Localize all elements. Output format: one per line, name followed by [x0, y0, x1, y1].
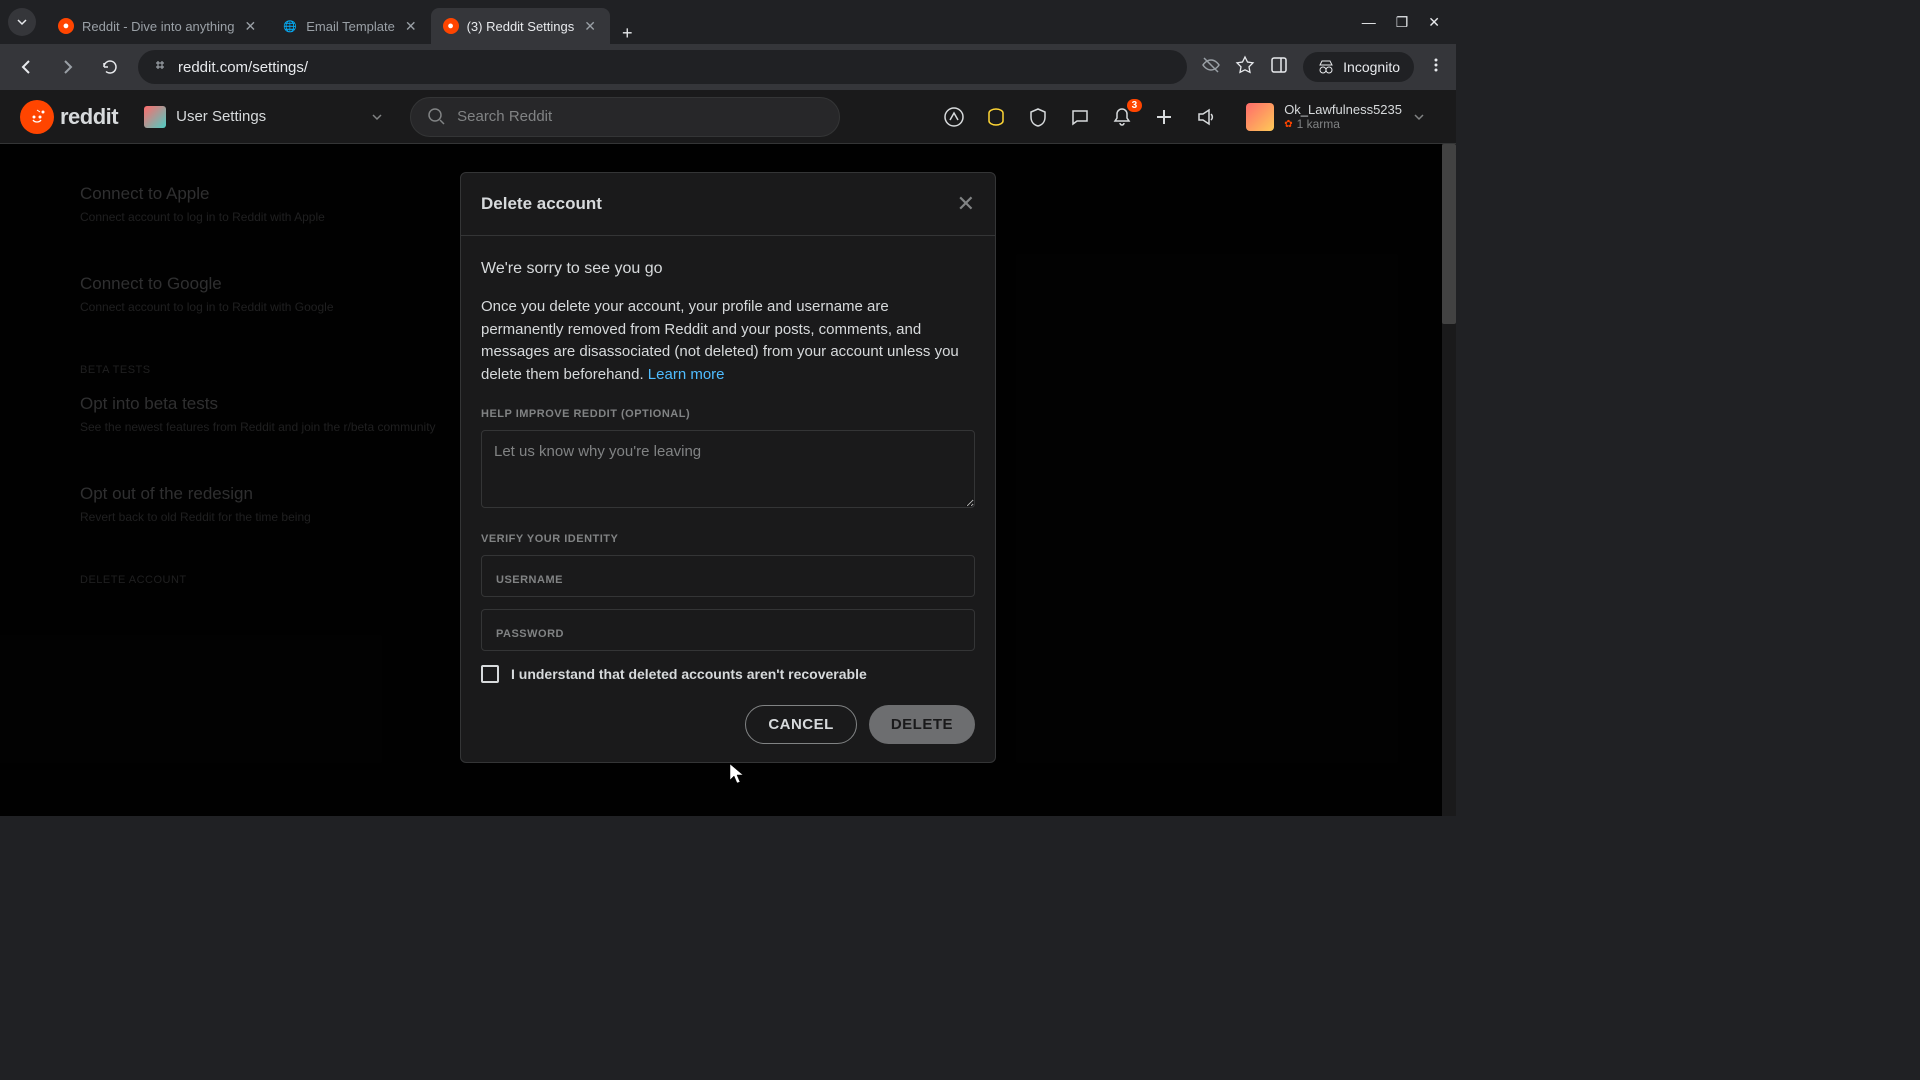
coins-icon[interactable] [984, 105, 1008, 129]
reddit-header: reddit User Settings 3 [0, 90, 1456, 144]
side-panel-icon[interactable] [1269, 55, 1289, 80]
tab-title: Reddit - Dive into anything [82, 19, 234, 34]
password-field[interactable]: PASSWORD [481, 609, 975, 651]
reload-button[interactable] [96, 53, 124, 81]
reddit-favicon-icon: ● [58, 18, 74, 34]
notification-badge: 3 [1127, 99, 1143, 112]
modal-actions: CANCEL DELETE [481, 705, 975, 744]
explain-text: Once you delete your account, your profi… [481, 296, 975, 386]
address-bar[interactable]: reddit.com/settings/ [138, 50, 1187, 84]
nav-dropdown-label: User Settings [176, 108, 266, 125]
reddit-logo-text: reddit [60, 104, 118, 130]
search-box[interactable] [410, 97, 840, 137]
incognito-indicator[interactable]: Incognito [1303, 52, 1414, 82]
tab-email-template[interactable]: 🌐 Email Template ✕ [270, 8, 430, 44]
help-improve-label: HELP IMPROVE REDDIT (OPTIONAL) [481, 408, 975, 420]
header-actions: 3 Ok_Lawfulness5235 ✿1 karma [942, 98, 1436, 135]
incognito-eye-icon[interactable] [1201, 55, 1221, 80]
incognito-icon [1317, 58, 1335, 76]
toolbar-actions: Incognito [1201, 52, 1444, 82]
modal-overlay[interactable]: Delete account ✕ We're sorry to see you … [0, 144, 1456, 816]
shield-icon[interactable] [1026, 105, 1050, 129]
page-scrollbar[interactable] [1442, 144, 1456, 816]
window-controls: — ❐ ✕ [1354, 14, 1448, 31]
incognito-label: Incognito [1343, 59, 1400, 75]
reddit-favicon-icon: ● [443, 18, 459, 34]
confirm-checkbox-label: I understand that deleted accounts aren'… [511, 666, 867, 682]
url-text: reddit.com/settings/ [178, 59, 308, 76]
sorry-heading: We're sorry to see you go [481, 260, 975, 278]
tab-close-icon[interactable]: ✕ [242, 16, 258, 37]
maximize-button[interactable]: ❐ [1396, 14, 1409, 31]
username-field[interactable]: USERNAME [481, 555, 975, 597]
arrow-right-icon [59, 58, 77, 76]
globe-favicon-icon: 🌐 [282, 18, 298, 34]
forward-button[interactable] [54, 53, 82, 81]
reload-icon [101, 58, 119, 76]
browser-menu-icon[interactable] [1428, 57, 1444, 78]
username-label: Ok_Lawfulness5235 [1284, 102, 1402, 117]
chevron-down-icon [370, 110, 384, 124]
browser-tab-strip: ● Reddit - Dive into anything ✕ 🌐 Email … [0, 0, 1456, 44]
modal-body: We're sorry to see you go Once you delet… [461, 236, 995, 762]
karma-label: ✿1 karma [1284, 117, 1402, 131]
reddit-logo[interactable]: reddit [20, 100, 118, 134]
confirm-checkbox-row[interactable]: I understand that deleted accounts aren'… [481, 665, 975, 683]
tab-search-dropdown[interactable] [8, 8, 36, 36]
karma-flower-icon: ✿ [1284, 119, 1292, 130]
scrollbar-thumb[interactable] [1442, 144, 1456, 324]
cancel-button[interactable]: CANCEL [745, 705, 857, 744]
tab-close-icon[interactable]: ✕ [403, 16, 419, 37]
bookmark-star-icon[interactable] [1235, 55, 1255, 80]
chevron-down-icon [16, 16, 28, 28]
popular-icon[interactable] [942, 105, 966, 129]
reddit-logo-icon [20, 100, 54, 134]
site-info-icon[interactable] [152, 57, 168, 77]
advertise-icon[interactable] [1194, 105, 1218, 129]
learn-more-link[interactable]: Learn more [648, 366, 725, 383]
minimize-button[interactable]: — [1362, 14, 1376, 31]
tab-title: (3) Reddit Settings [467, 19, 575, 34]
delete-account-modal: Delete account ✕ We're sorry to see you … [460, 172, 996, 763]
browser-toolbar: reddit.com/settings/ Incognito [0, 44, 1456, 90]
back-button[interactable] [12, 53, 40, 81]
chat-icon[interactable] [1068, 105, 1092, 129]
password-float-label: PASSWORD [496, 628, 960, 640]
arrow-left-icon [17, 58, 35, 76]
leaving-reason-textarea[interactable] [481, 430, 975, 508]
tabs-container: ● Reddit - Dive into anything ✕ 🌐 Email … [46, 0, 1354, 44]
close-window-button[interactable]: ✕ [1428, 14, 1440, 31]
modal-title: Delete account [481, 194, 602, 214]
new-tab-button[interactable]: + [610, 23, 645, 44]
nav-avatar-icon [144, 106, 166, 128]
confirm-checkbox[interactable] [481, 665, 499, 683]
tab-close-icon[interactable]: ✕ [582, 16, 598, 37]
username-float-label: USERNAME [496, 574, 960, 586]
search-icon [427, 107, 447, 127]
tab-reddit-home[interactable]: ● Reddit - Dive into anything ✕ [46, 8, 270, 44]
tab-reddit-settings[interactable]: ● (3) Reddit Settings ✕ [431, 8, 610, 44]
create-post-icon[interactable] [1152, 105, 1176, 129]
delete-button[interactable]: DELETE [869, 705, 975, 744]
tab-title: Email Template [306, 19, 395, 34]
main-content: Connect to Apple Connect account to log … [0, 144, 1456, 816]
search-input[interactable] [457, 108, 823, 125]
user-menu[interactable]: Ok_Lawfulness5235 ✿1 karma [1236, 98, 1436, 135]
user-avatar-icon [1246, 103, 1274, 131]
verify-identity-label: VERIFY YOUR IDENTITY [481, 533, 975, 545]
notifications-icon[interactable]: 3 [1110, 105, 1134, 129]
modal-close-button[interactable]: ✕ [957, 191, 975, 217]
community-dropdown[interactable]: User Settings [134, 106, 394, 128]
chevron-down-icon [1412, 110, 1426, 124]
modal-header: Delete account ✕ [461, 173, 995, 236]
